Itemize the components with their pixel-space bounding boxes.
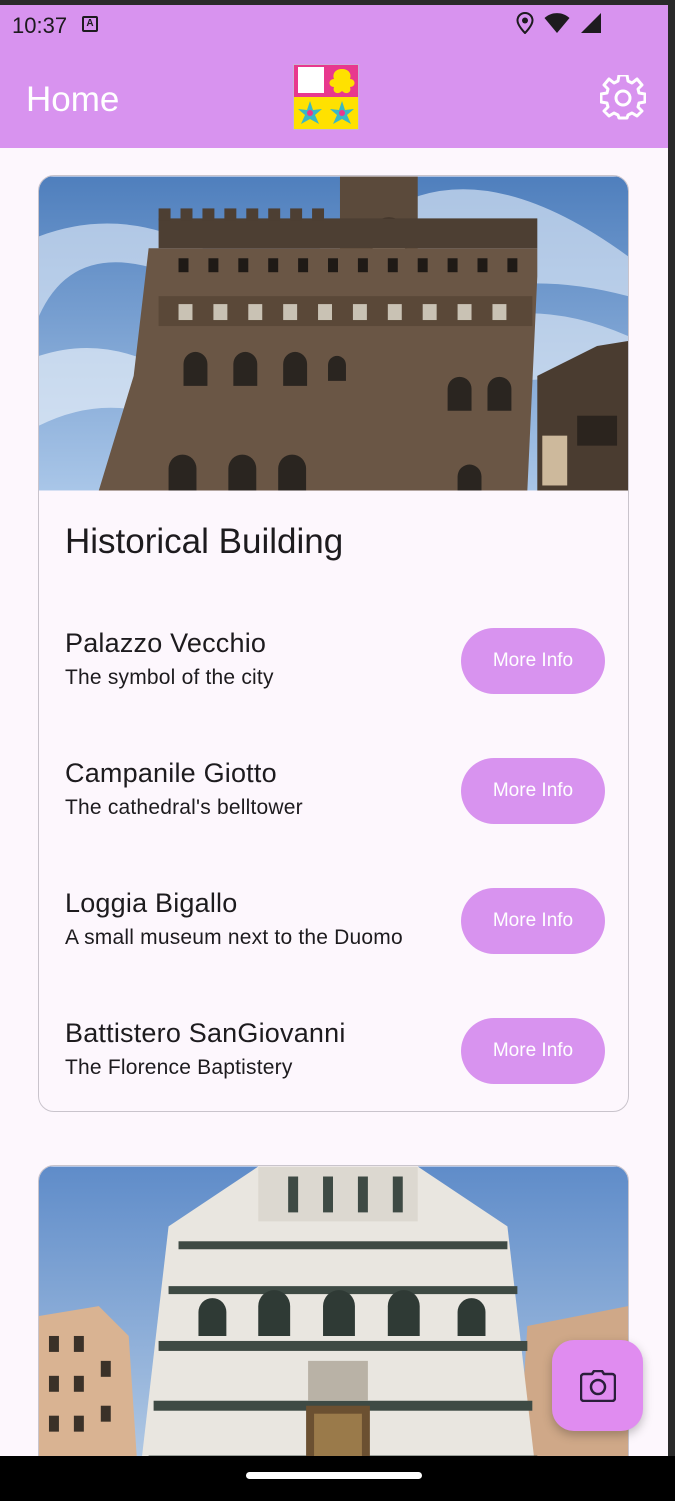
app-bar: Home — [0, 43, 668, 148]
list-item-title: Palazzo Vecchio — [65, 628, 267, 658]
palazzo-vecchio-photo — [39, 176, 628, 491]
gear-icon[interactable] — [600, 75, 646, 121]
more-info-button[interactable]: More Info — [461, 758, 605, 824]
list-item: Palazzo Vecchio The symbol of the city M… — [65, 628, 605, 694]
system-nav-bar — [0, 1456, 675, 1501]
list-item-description: The Florence Baptistery — [65, 1056, 293, 1079]
list-item: Loggia Bigallo A small museum next to th… — [65, 888, 605, 954]
list-item-description: A small museum next to the Duomo — [65, 926, 403, 949]
list-item-title: Loggia Bigallo — [65, 888, 238, 918]
historical-building-card: Historical Building Palazzo Vecchio The … — [38, 175, 629, 1112]
status-bar: 10:37 A — [0, 5, 668, 43]
app-logo-icon — [293, 64, 359, 130]
baptistery-card — [38, 1165, 629, 1456]
list-item: Campanile Giotto The cathedral's belltow… — [65, 758, 605, 824]
app-screen: 10:37 A Home Historical Building Palazzo… — [0, 5, 668, 1456]
list-item-description: The cathedral's belltower — [65, 796, 303, 819]
more-info-button[interactable]: More Info — [461, 888, 605, 954]
more-info-button[interactable]: More Info — [461, 1018, 605, 1084]
camera-button[interactable] — [552, 1340, 643, 1431]
camera-icon — [579, 1369, 616, 1402]
list-item-title: Campanile Giotto — [65, 758, 277, 788]
page-title: Home — [26, 80, 120, 119]
home-gesture-handle[interactable] — [246, 1472, 422, 1479]
baptistery-photo — [39, 1166, 628, 1456]
location-icon — [516, 12, 534, 34]
a-icon: A — [82, 16, 98, 32]
section-title: Historical Building — [65, 522, 344, 561]
status-time: 10:37 — [12, 13, 68, 38]
signal-icon — [581, 13, 601, 33]
list-item: Battistero SanGiovanni The Florence Bapt… — [65, 1018, 605, 1084]
list-item-description: The symbol of the city — [65, 666, 274, 689]
more-info-button[interactable]: More Info — [461, 628, 605, 694]
list-item-title: Battistero SanGiovanni — [65, 1018, 346, 1048]
wifi-icon — [544, 13, 570, 33]
